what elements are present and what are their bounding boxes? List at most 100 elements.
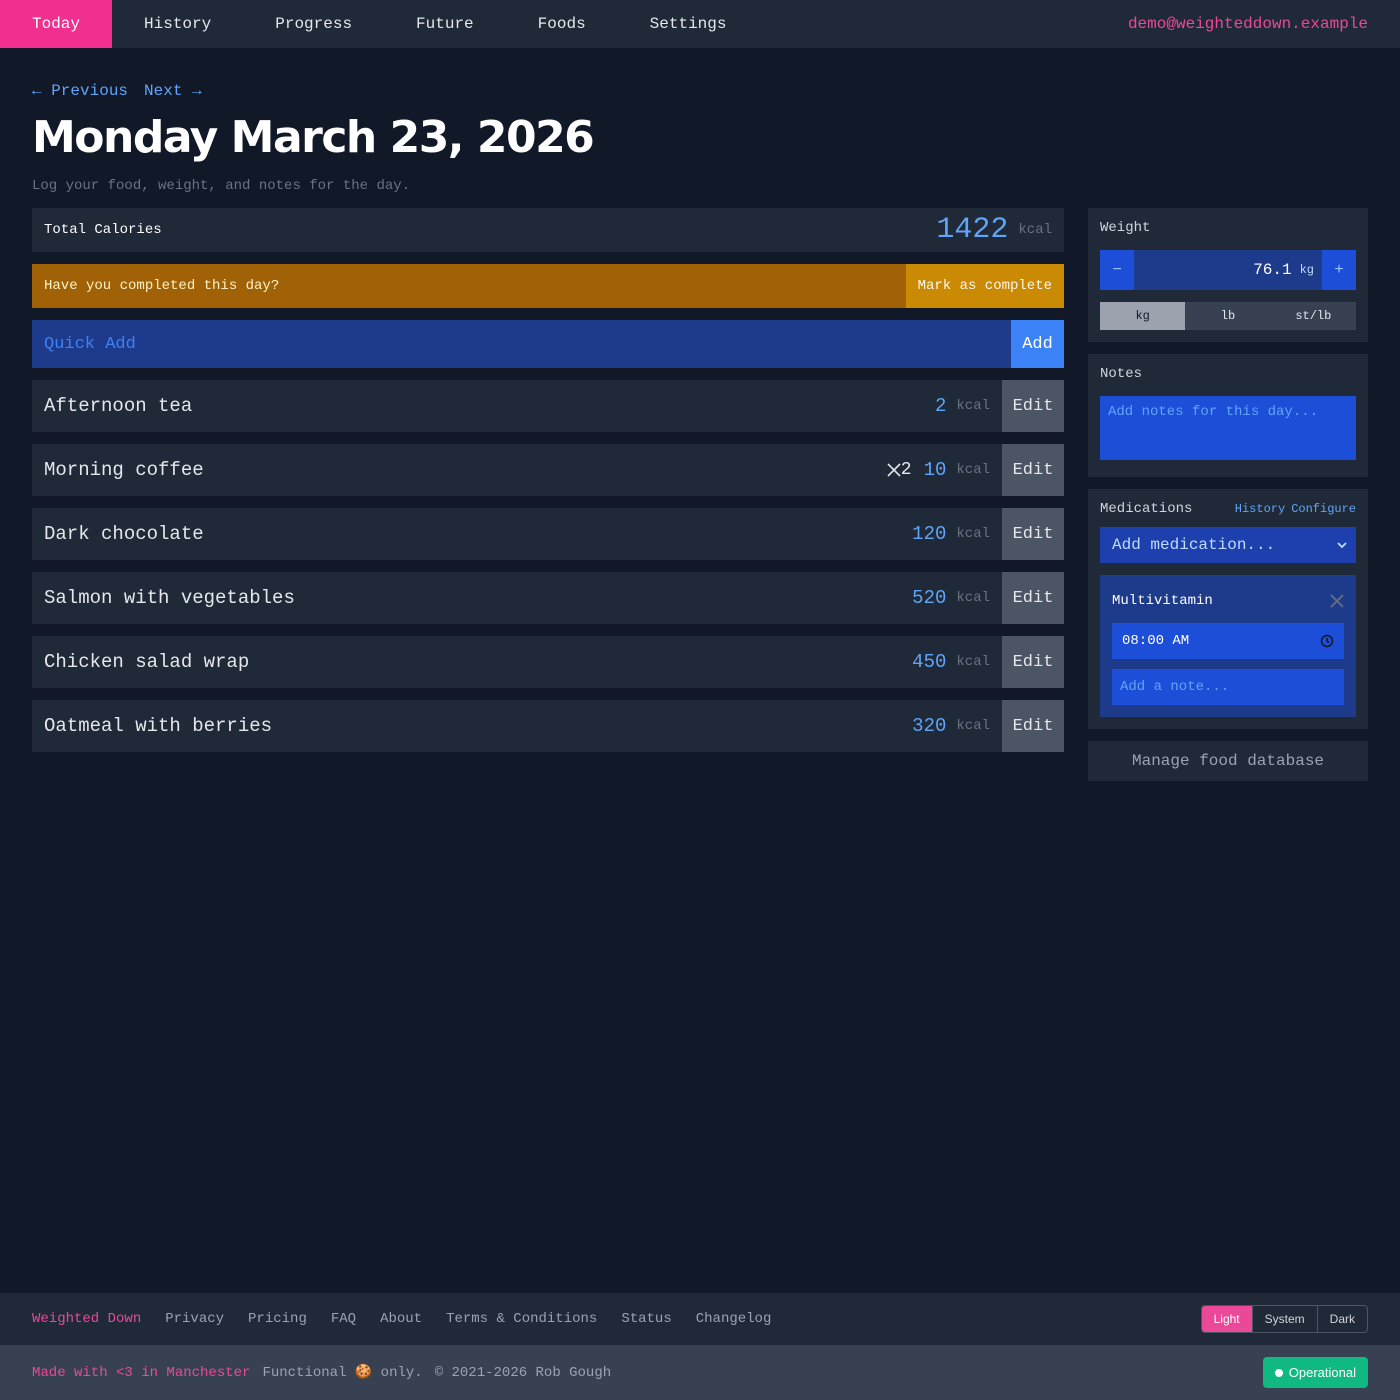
footer-link-status[interactable]: Status bbox=[621, 1311, 671, 1327]
medications-configure-link[interactable]: Configure bbox=[1291, 502, 1356, 516]
food-name: Morning coffee bbox=[44, 459, 204, 481]
food-entry: Salmon with vegetables 520 kcal Edit bbox=[32, 572, 1064, 624]
user-email-link[interactable]: demo@weighteddown.example bbox=[1128, 15, 1400, 33]
top-nav: Today History Progress Future Foods Sett… bbox=[0, 0, 1400, 48]
complete-day-question: Have you completed this day? bbox=[44, 278, 280, 294]
medication-name: Multivitamin bbox=[1112, 593, 1213, 609]
weight-value-input[interactable]: 76.1 bbox=[1134, 261, 1291, 279]
food-calories-unit: kcal bbox=[956, 462, 990, 478]
status-label: Operational bbox=[1288, 1365, 1356, 1380]
total-calories-panel: Total Calories 1422 kcal bbox=[32, 208, 1064, 252]
quick-add-bar: Add bbox=[32, 320, 1064, 368]
food-name: Salmon with vegetables bbox=[44, 587, 295, 609]
food-name: Chicken salad wrap bbox=[44, 651, 250, 673]
quick-add-input[interactable] bbox=[32, 320, 1011, 368]
tab-settings[interactable]: Settings bbox=[618, 0, 759, 48]
tab-future[interactable]: Future bbox=[384, 0, 506, 48]
mark-complete-button[interactable]: Mark as complete bbox=[905, 264, 1064, 308]
manage-food-database-button[interactable]: Manage food database bbox=[1088, 741, 1368, 781]
remove-medication-button[interactable] bbox=[1330, 594, 1344, 608]
food-log-column: Total Calories 1422 kcal Have you comple… bbox=[32, 208, 1064, 752]
theme-system-button[interactable]: System bbox=[1251, 1306, 1317, 1332]
medications-header: Medications History Configure bbox=[1100, 501, 1356, 517]
theme-dark-button[interactable]: Dark bbox=[1316, 1306, 1367, 1332]
food-calories: 120 bbox=[912, 523, 947, 545]
cookie-text: Functional 🍪 only. bbox=[262, 1365, 423, 1381]
total-calories-value: 1422 bbox=[936, 213, 1009, 247]
add-medication-select-value: Add medication... bbox=[1112, 536, 1276, 554]
status-dot-icon bbox=[1274, 1368, 1283, 1377]
unit-option-lb[interactable]: lb bbox=[1185, 302, 1270, 330]
quantity-multiplier: 2 bbox=[887, 460, 912, 480]
food-calories: 320 bbox=[912, 715, 947, 737]
weight-title: Weight bbox=[1100, 220, 1151, 236]
footer-link-pricing[interactable]: Pricing bbox=[248, 1311, 307, 1327]
edit-food-button[interactable]: Edit bbox=[1002, 508, 1064, 560]
medications-card: Medications History Configure Add medica… bbox=[1088, 489, 1368, 729]
tab-progress[interactable]: Progress bbox=[243, 0, 384, 48]
made-in-text: Made with <3 in Manchester bbox=[32, 1364, 251, 1381]
edit-food-button[interactable]: Edit bbox=[1002, 572, 1064, 624]
copyright-text: © 2021-2026 Rob Gough bbox=[434, 1364, 612, 1381]
food-entry: Morning coffee 2 10 kcal Edit bbox=[32, 444, 1064, 496]
weight-increment-button[interactable]: + bbox=[1322, 250, 1356, 290]
food-calories: 520 bbox=[912, 587, 947, 609]
medication-time-value: 08:00 AM bbox=[1122, 633, 1190, 649]
medications-title: Medications bbox=[1100, 501, 1193, 517]
food-calories-unit: kcal bbox=[956, 398, 990, 414]
food-calories-unit: kcal bbox=[956, 654, 990, 670]
weight-decrement-button[interactable]: − bbox=[1100, 250, 1134, 290]
sidebar: Weight − 76.1 kg + kg lb st/lb Notes Med… bbox=[1088, 208, 1368, 781]
edit-food-button[interactable]: Edit bbox=[1002, 380, 1064, 432]
weight-card: Weight − 76.1 kg + kg lb st/lb bbox=[1088, 208, 1368, 342]
food-calories: 2 bbox=[934, 395, 947, 417]
food-name: Dark chocolate bbox=[44, 523, 204, 545]
footer-link-faq[interactable]: FAQ bbox=[331, 1311, 356, 1327]
footer-link-privacy[interactable]: Privacy bbox=[165, 1311, 224, 1327]
next-day-link[interactable]: Next → bbox=[144, 82, 202, 100]
medication-time-input[interactable]: 08:00 AM bbox=[1112, 623, 1344, 659]
quick-add-button[interactable]: Add bbox=[1011, 320, 1064, 368]
food-calories-unit: kcal bbox=[956, 590, 990, 606]
footer-link-about[interactable]: About bbox=[380, 1311, 422, 1327]
food-name: Oatmeal with berries bbox=[44, 715, 273, 737]
theme-light-button[interactable]: Light bbox=[1201, 1306, 1252, 1332]
close-icon bbox=[1330, 594, 1344, 608]
footer-bottom-bar: Made with <3 in Manchester Functional 🍪 … bbox=[0, 1345, 1400, 1400]
food-entry: Oatmeal with berries 320 kcal Edit bbox=[32, 700, 1064, 752]
weight-unit-label: kg bbox=[1299, 263, 1314, 277]
day-navigation: ← Previous Next → bbox=[32, 82, 202, 100]
chevron-down-icon bbox=[1337, 542, 1347, 549]
notes-card: Notes bbox=[1088, 354, 1368, 477]
food-calories: 450 bbox=[912, 651, 947, 673]
medication-note-input[interactable] bbox=[1112, 669, 1344, 705]
status-badge[interactable]: Operational bbox=[1262, 1357, 1368, 1388]
notes-title: Notes bbox=[1100, 366, 1143, 382]
page-title: Monday March 23, 2026 bbox=[32, 112, 595, 163]
tab-foods[interactable]: Foods bbox=[506, 0, 618, 48]
unit-option-stlb[interactable]: st/lb bbox=[1271, 302, 1356, 330]
quantity-multiplier-value: 2 bbox=[900, 460, 912, 480]
unit-option-kg[interactable]: kg bbox=[1100, 302, 1186, 330]
edit-food-button[interactable]: Edit bbox=[1002, 636, 1064, 688]
tab-history[interactable]: History bbox=[112, 0, 243, 48]
page-subtitle: Log your food, weight, and notes for the… bbox=[32, 178, 411, 194]
total-calories-unit: kcal bbox=[1018, 222, 1052, 238]
footer-link-terms[interactable]: Terms & Conditions bbox=[446, 1311, 597, 1327]
total-calories-label: Total Calories bbox=[44, 222, 162, 238]
add-medication-select[interactable]: Add medication... bbox=[1100, 527, 1356, 563]
notes-textarea[interactable] bbox=[1100, 396, 1356, 460]
footer-links-bar: Weighted Down Privacy Pricing FAQ About … bbox=[0, 1293, 1400, 1345]
weight-stepper: − 76.1 kg + bbox=[1100, 250, 1356, 290]
edit-food-button[interactable]: Edit bbox=[1002, 700, 1064, 752]
food-entry: Dark chocolate 120 kcal Edit bbox=[32, 508, 1064, 560]
tab-today[interactable]: Today bbox=[0, 0, 113, 48]
edit-food-button[interactable]: Edit bbox=[1002, 444, 1064, 496]
previous-day-link[interactable]: ← Previous bbox=[32, 82, 128, 100]
footer-link-changelog[interactable]: Changelog bbox=[696, 1311, 772, 1327]
weight-unit-selector: kg lb st/lb bbox=[1100, 302, 1356, 330]
footer-brand-link[interactable]: Weighted Down bbox=[32, 1311, 141, 1327]
food-entry: Chicken salad wrap 450 kcal Edit bbox=[32, 636, 1064, 688]
multiply-icon bbox=[887, 463, 901, 477]
medications-history-link[interactable]: History bbox=[1235, 502, 1285, 516]
